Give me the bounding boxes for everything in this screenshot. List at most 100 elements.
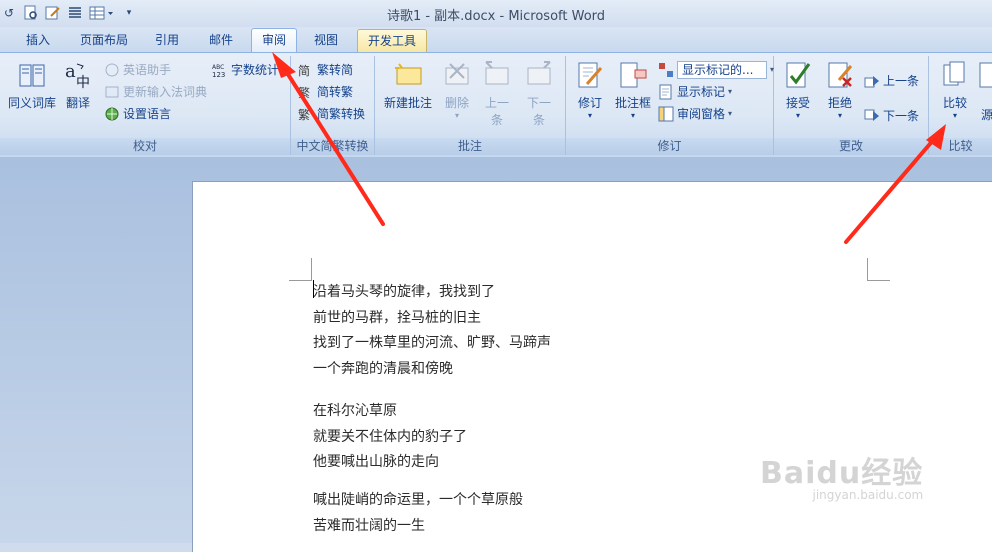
poem-line[interactable]: 他要喊出山脉的走向 — [313, 451, 439, 471]
display-review-icon — [658, 62, 674, 78]
translate-icon: a中 — [63, 60, 93, 91]
delete-comment-icon — [442, 60, 472, 90]
poem-line[interactable]: 前世的马群，拴马桩的旧主 — [313, 307, 481, 327]
next-change-icon — [864, 108, 880, 124]
svg-text:繁: 繁 — [298, 107, 310, 122]
trad-to-simp-icon: 简 — [298, 62, 314, 78]
assistant-icon — [104, 62, 120, 78]
new-comment-icon — [393, 60, 423, 90]
next-change-button[interactable]: 下一条 — [864, 106, 919, 126]
group-label-compare: 比较 — [929, 138, 992, 155]
poem-line[interactable]: 苦难而壮阔的一生 — [313, 515, 425, 535]
compare-button[interactable]: 比较 ▾ — [935, 60, 975, 120]
word-count-label: 字数统计 — [231, 63, 280, 77]
window-title: 诗歌1 - 副本.docx - Microsoft Word — [386, 9, 606, 24]
tab-insert[interactable]: 插入 — [10, 29, 66, 51]
reviewing-pane-icon — [658, 106, 674, 122]
set-language-label: 设置语言 — [123, 107, 172, 121]
show-markup-label: 显示标记 — [677, 85, 726, 99]
word-count-icon: ABC 123 — [212, 62, 228, 79]
chinese-convert-icon: 繁 — [298, 106, 314, 122]
delete-comment-button[interactable]: 删除 ▾ — [437, 60, 477, 120]
set-language-button[interactable]: 设置语言 — [104, 104, 171, 124]
balloons-button[interactable]: 批注框 ▾ — [610, 60, 656, 120]
book-icon — [17, 60, 47, 90]
show-source-label: 源 — [980, 108, 992, 122]
tab-page-layout[interactable]: 页面布局 — [70, 29, 138, 51]
next-change-label: 下一条 — [883, 109, 920, 123]
show-markup-icon — [658, 84, 674, 100]
next-comment-icon — [524, 60, 554, 90]
previous-comment-icon — [482, 60, 512, 90]
display-for-review-value[interactable]: 显示标记的... — [677, 61, 767, 79]
show-source-button[interactable]: 源 — [975, 60, 992, 123]
balloons-icon — [618, 60, 648, 90]
reject-dropdown-icon: ▾ — [837, 111, 842, 120]
track-changes-label: 修订 — [577, 96, 602, 110]
group-compare: 比较 ▾ 源 比较 — [929, 56, 992, 155]
svg-text:繁: 繁 — [298, 85, 310, 100]
trad-to-simp-label: 繁转简 — [317, 63, 354, 77]
tab-references[interactable]: 引用 — [142, 29, 192, 51]
show-markup-button[interactable]: 显示标记 ▾ — [658, 82, 732, 102]
thesaurus-button[interactable]: 同义词库 — [4, 60, 60, 111]
previous-change-button[interactable]: 上一条 — [864, 71, 919, 91]
reject-button[interactable]: 拒绝 ▾ — [820, 60, 860, 120]
accept-icon — [783, 60, 813, 90]
previous-comment-button[interactable]: 上一 条 — [477, 60, 517, 128]
compare-icon — [940, 60, 970, 90]
watermark-logo: Baidu经验 — [760, 456, 924, 491]
dictionary-icon — [104, 84, 120, 100]
new-comment-label: 新建批注 — [383, 96, 432, 110]
source-icon — [978, 60, 992, 90]
title-bar: ↺ ▾ 诗歌1 - 副本.docx - Microsoft Word — [0, 0, 992, 27]
translate-button[interactable]: a中 翻译 — [60, 60, 96, 111]
track-changes-button[interactable]: 修订 ▾ — [570, 60, 610, 120]
word-count-button[interactable]: ABC 123 字数统计 — [212, 60, 279, 80]
poem-line[interactable]: 一个奔跑的清晨和傍晚 — [313, 358, 453, 378]
new-comment-button[interactable]: 新建批注 — [379, 60, 437, 111]
poem-line[interactable]: 就要关不住体内的豹子了 — [313, 426, 467, 446]
show-markup-dropdown-icon: ▾ — [728, 87, 733, 96]
tab-view[interactable]: 视图 — [300, 29, 352, 51]
next-comment-label-1: 下一 — [526, 96, 551, 110]
english-assistant-label: 英语助手 — [123, 63, 172, 77]
delete-dropdown-icon: ▾ — [454, 111, 459, 120]
crop-mark-top-right — [867, 258, 890, 281]
ribbon: 同义词库 a中 翻译 英语助手 更新输入法词典 设置语言 ABC 123 字数统计… — [0, 52, 992, 158]
group-label-comments: 批注 — [375, 138, 565, 155]
tab-mailings[interactable]: 邮件 — [196, 29, 246, 51]
display-for-review-select[interactable]: 显示标记的... ▾ — [658, 60, 774, 80]
svg-text:ABC: ABC — [212, 64, 224, 71]
reviewing-pane-dropdown-icon: ▾ — [728, 109, 733, 118]
svg-text:中: 中 — [76, 75, 90, 90]
update-ime-label: 更新输入法词典 — [123, 85, 208, 99]
accept-button[interactable]: 接受 ▾ — [778, 60, 818, 120]
balloons-label: 批注框 — [614, 96, 651, 110]
tab-developer[interactable]: 开发工具 — [357, 29, 427, 52]
previous-change-label: 上一条 — [883, 74, 920, 88]
tab-review[interactable]: 审阅 — [251, 28, 297, 52]
reject-icon — [825, 60, 855, 90]
svg-text:简: 简 — [298, 64, 310, 78]
update-ime-button[interactable]: 更新输入法词典 — [104, 82, 207, 102]
group-changes: 接受 ▾ 拒绝 ▾ 上一条 下一条 更改 — [774, 56, 929, 155]
previous-comment-label-1: 上一 — [484, 96, 509, 110]
baidu-watermark: Baidu经验 jingyan.baidu.com — [760, 448, 923, 502]
poem-line[interactable]: 在科尔沁草原 — [313, 400, 397, 420]
english-assistant-button[interactable]: 英语助手 — [104, 60, 171, 80]
next-comment-button[interactable]: 下一 条 — [517, 60, 561, 128]
track-changes-dropdown-icon: ▾ — [587, 111, 592, 120]
simp-to-trad-button[interactable]: 繁 简转繁 — [298, 82, 353, 102]
reviewing-pane-button[interactable]: 审阅窗格 ▾ — [658, 104, 732, 124]
poem-line[interactable]: 找到了一株草里的河流、旷野、马蹄声 — [313, 332, 551, 352]
poem-line[interactable]: 沿着马头琴的旋律，我找到了 — [313, 281, 495, 301]
compare-label: 比较 — [942, 96, 967, 110]
group-comments: 新建批注 删除 ▾ 上一 条 下一 条 批注 — [375, 56, 566, 155]
track-changes-icon — [575, 60, 605, 90]
trad-to-simp-button[interactable]: 简 繁转简 — [298, 60, 353, 80]
group-label-tracking: 修订 — [566, 138, 773, 155]
chinese-convert-button[interactable]: 繁 简繁转换 — [298, 104, 365, 124]
ribbon-tabs: 插入 页面布局 引用 邮件 审阅 视图 开发工具 — [0, 27, 992, 52]
poem-line[interactable]: 喊出陡峭的命运里，一个个草原般 — [313, 489, 523, 509]
